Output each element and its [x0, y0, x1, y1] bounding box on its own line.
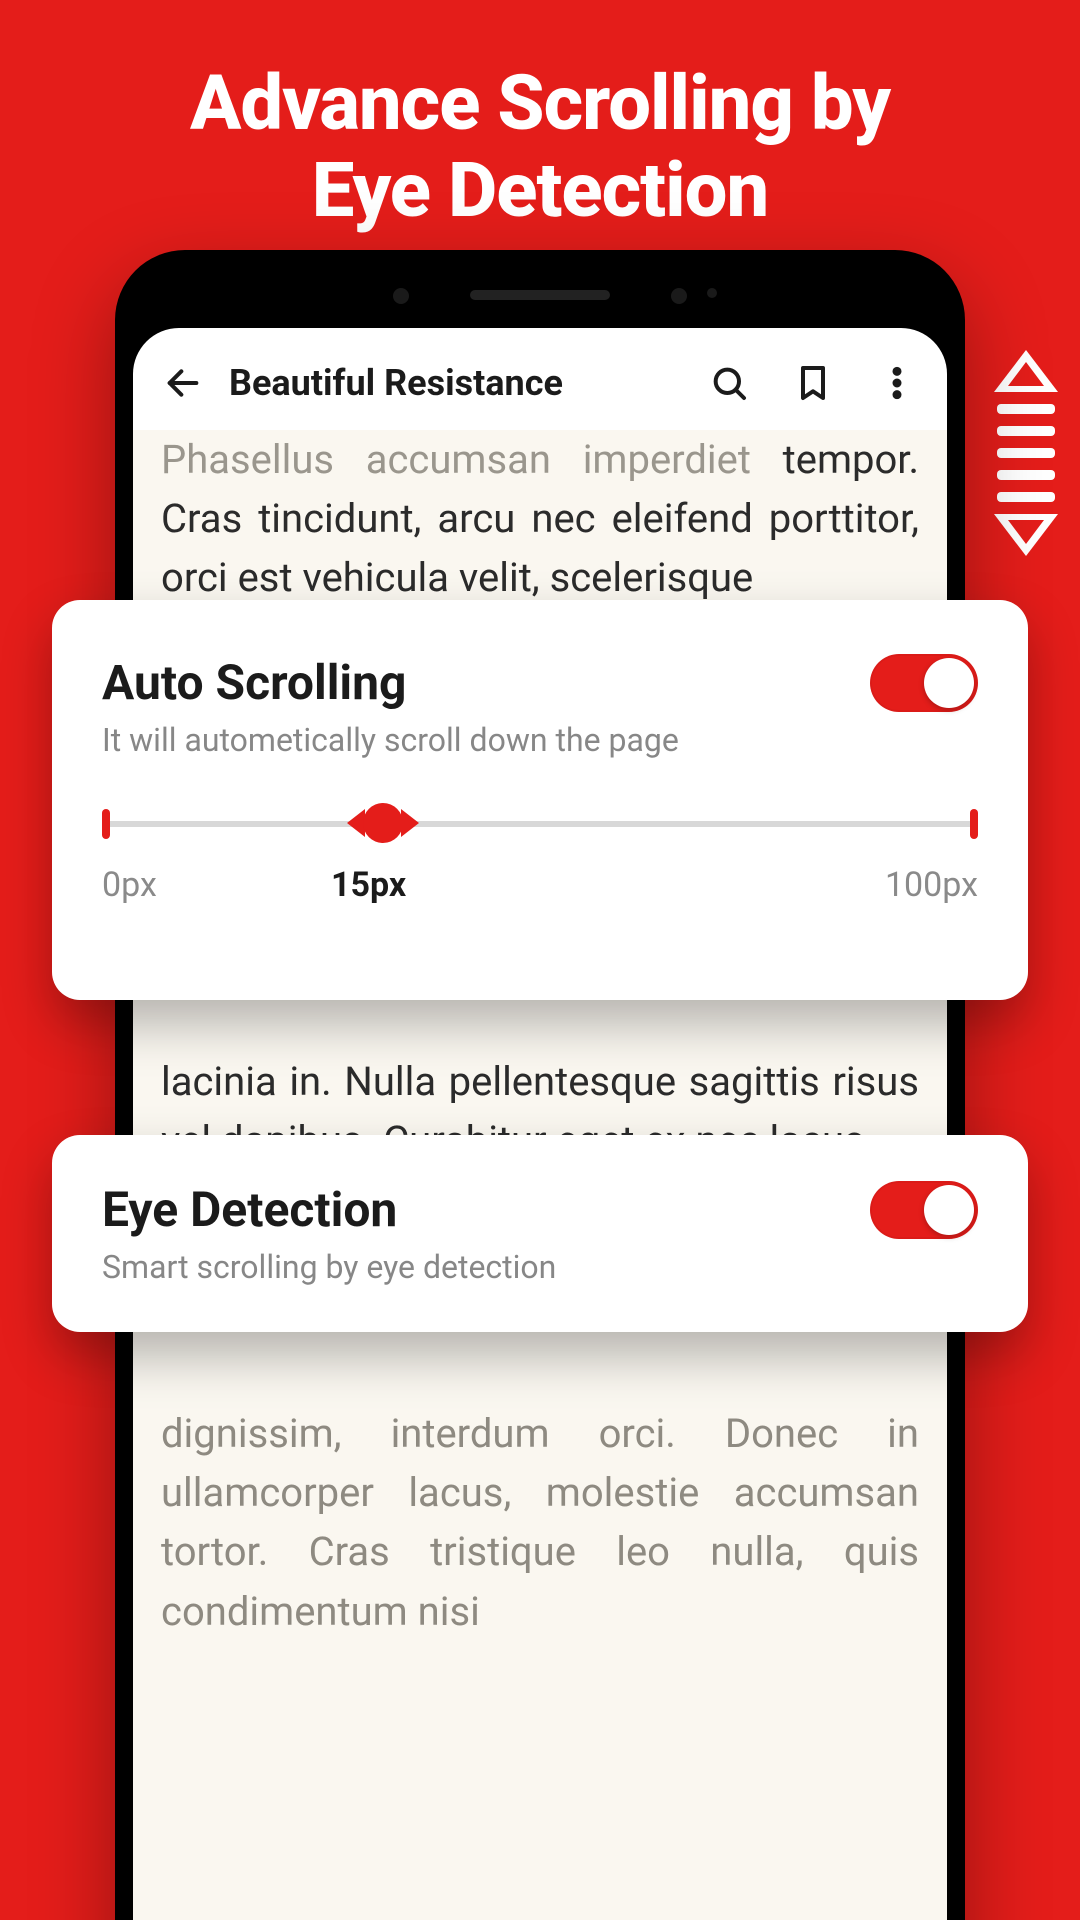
speaker-grill	[470, 290, 610, 300]
auto-scrolling-card: Auto Scrolling It will autometically scr…	[52, 600, 1028, 1000]
scroll-speed-slider[interactable]: 0px 15px 100px	[102, 821, 978, 905]
hero-line2: Eye Detection	[312, 145, 768, 235]
chevron-down-icon	[994, 514, 1058, 556]
auto-scrolling-title: Auto Scrolling	[102, 654, 679, 711]
eye-detection-desc: Smart scrolling by eye detection	[102, 1248, 556, 1286]
arrow-right-icon	[401, 809, 419, 837]
app-bar: Beautiful Resistance	[133, 328, 947, 430]
auto-scrolling-toggle[interactable]	[870, 654, 978, 712]
scroll-indicator	[994, 350, 1058, 556]
phone-mock: Beautiful Resistance Phasellus accumsan …	[115, 250, 965, 1920]
hero-line1: Advance Scrolling by	[190, 58, 890, 148]
screen: Beautiful Resistance Phasellus accumsan …	[133, 328, 947, 1920]
slider-max-label: 100px	[885, 865, 978, 905]
eye-detection-title: Eye Detection	[102, 1181, 556, 1238]
chevron-up-icon	[994, 350, 1058, 392]
bookmark-button[interactable]	[793, 363, 833, 403]
search-button[interactable]	[709, 363, 749, 403]
eye-detection-toggle[interactable]	[870, 1181, 978, 1239]
auto-scrolling-desc: It will autometically scroll down the pa…	[102, 721, 679, 759]
slider-thumb[interactable]	[347, 803, 419, 843]
hero-title: Advance Scrolling by Eye Detection	[0, 0, 1080, 235]
page-title: Beautiful Resistance	[229, 362, 683, 404]
reader-text: dignissim, interdum orci. Donec in ullam…	[161, 1404, 919, 1641]
eye-detection-card: Eye Detection Smart scrolling by eye det…	[52, 1135, 1028, 1332]
slider-min-label: 0px	[102, 865, 157, 905]
reader-text: Phasellus accumsan imperdiet	[161, 436, 751, 483]
slider-value-label: 15px	[331, 865, 406, 905]
more-button[interactable]	[877, 363, 917, 403]
back-button[interactable]	[163, 363, 203, 403]
